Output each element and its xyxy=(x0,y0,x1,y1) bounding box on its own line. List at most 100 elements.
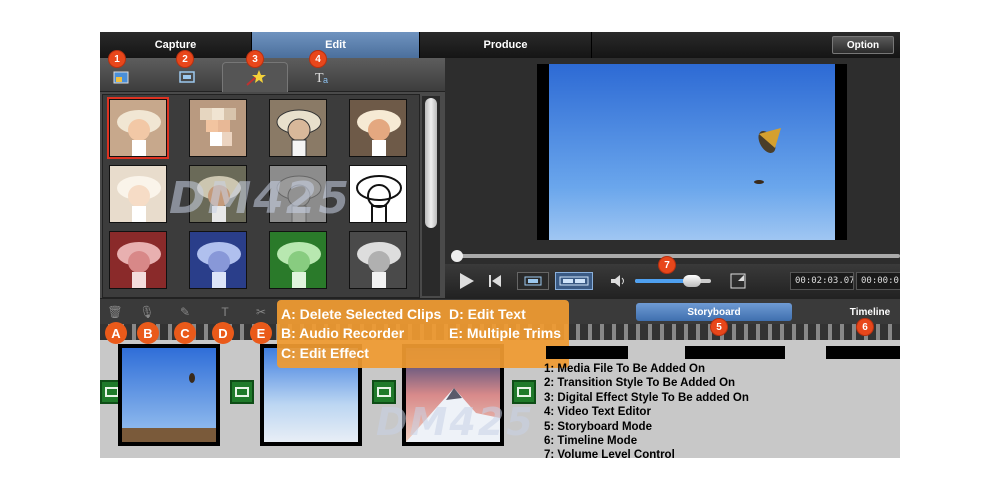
film-black-bar xyxy=(685,346,785,359)
audio-recorder-button[interactable]: 🎙 xyxy=(138,303,156,321)
watermark-text: DM425 xyxy=(376,400,535,444)
volume-knob[interactable] xyxy=(683,275,701,287)
callout-b: B: Audio Recorder xyxy=(281,325,405,341)
volume-slider[interactable] xyxy=(635,275,711,287)
speaker-icon xyxy=(611,275,624,287)
letter-badge-e: E xyxy=(250,322,272,344)
badge-7: 7 xyxy=(658,256,676,274)
fullscreen-button[interactable] xyxy=(729,272,747,290)
effect-thumb-soft-light[interactable] xyxy=(109,165,167,223)
svg-text:a: a xyxy=(323,75,328,84)
delete-button[interactable]: 🗑 xyxy=(106,303,124,321)
media-file-icon xyxy=(113,71,129,84)
callout-e: E: Multiple Trims xyxy=(449,325,562,341)
text-editor-icon: Ta xyxy=(315,71,328,84)
effect-thumb-pixelate[interactable] xyxy=(189,99,247,157)
badge-1: 1 xyxy=(108,50,126,68)
badge-2: 2 xyxy=(176,50,194,68)
sky-clip-icon xyxy=(122,348,216,442)
legend-item-6: 6: Timeline Mode xyxy=(544,434,638,447)
soft-photo-icon xyxy=(110,166,166,222)
letter-badge-a: A xyxy=(105,322,127,344)
legend-item-4: 4: Video Text Editor xyxy=(544,406,651,419)
skip-back-icon xyxy=(489,275,501,287)
transition-icon xyxy=(179,71,195,83)
seek-knob[interactable] xyxy=(451,250,463,262)
video-preview[interactable] xyxy=(537,64,847,240)
effect-thumb-sketch[interactable] xyxy=(269,99,327,157)
film-strip-icon xyxy=(559,276,589,286)
legend-item-7: 7: Volume Level Control xyxy=(544,449,675,462)
volume-button[interactable] xyxy=(609,273,627,289)
effect-icon: ✎ xyxy=(179,305,191,319)
transition-icon xyxy=(105,387,119,397)
current-time-display: 00:02:03.07 xyxy=(790,272,854,290)
play-button[interactable] xyxy=(457,271,477,291)
legend-item-1: 1: Media File To Be Added On xyxy=(544,363,706,375)
legend-item-3: 3: Digital Effect Style To Be added On xyxy=(544,391,749,404)
library-panel: Ta DM425 xyxy=(100,58,445,298)
bird-in-sky-icon xyxy=(754,128,781,184)
fullscreen-icon xyxy=(730,273,746,289)
trash-icon: 🗑 xyxy=(107,305,123,319)
letter-badge-c: C xyxy=(174,322,196,344)
multiple-trims-button[interactable]: ✂ xyxy=(252,303,270,321)
effect-style-grid: DM425 xyxy=(102,94,420,298)
transition-icon xyxy=(377,387,391,397)
badge-5: 5 xyxy=(710,318,728,336)
legend-item-5: 5: Storyboard Mode xyxy=(544,420,652,433)
watermark-text: DM425 xyxy=(169,173,352,224)
badge-4: 4 xyxy=(309,50,327,68)
edit-text-button[interactable]: T xyxy=(214,303,236,321)
badge-3: 3 xyxy=(246,50,264,68)
effect-thumb-normal[interactable] xyxy=(107,97,169,159)
transition-icon xyxy=(517,387,531,397)
transition-slot[interactable] xyxy=(230,380,254,404)
transition-icon xyxy=(235,387,249,397)
timeline-mode-button[interactable]: Timeline xyxy=(804,303,900,321)
sharp-photo-icon xyxy=(350,100,406,156)
library-scroll-thumb[interactable] xyxy=(425,98,437,228)
library-scrollbar[interactable] xyxy=(422,96,440,296)
legend-item-2: 2: Transition Style To Be Added On xyxy=(544,377,736,390)
film-black-bar xyxy=(546,346,628,359)
option-button[interactable]: Option xyxy=(832,36,894,54)
total-time-display: 00:00:0 xyxy=(856,272,900,290)
red-photo-icon xyxy=(110,232,166,288)
film-frame-icon xyxy=(524,276,542,286)
line-art-photo-icon xyxy=(350,166,406,222)
effect-thumb-green-tint[interactable] xyxy=(269,231,327,289)
video-frame xyxy=(549,64,835,240)
letter-badge-d: D xyxy=(212,322,234,344)
microphone-icon: 🎙 xyxy=(139,305,155,319)
callout-a: A: Delete Selected Clips xyxy=(281,306,442,322)
text-icon: T xyxy=(221,305,229,319)
edit-effect-button[interactable]: ✎ xyxy=(176,303,194,321)
storyboard-clip-1[interactable] xyxy=(118,344,220,446)
effect-thumb-grayscale[interactable] xyxy=(349,231,407,289)
badge-6: 6 xyxy=(856,318,874,336)
gray-photo-icon xyxy=(350,232,406,288)
tab-produce[interactable]: Produce xyxy=(420,32,592,58)
tool-callout: A: Delete Selected Clips B: Audio Record… xyxy=(277,300,569,368)
green-photo-icon xyxy=(270,232,326,288)
effect-thumb-line-art[interactable] xyxy=(349,165,407,223)
legend-list: 1: Media File To Be Added On 2: Transiti… xyxy=(544,362,904,463)
effect-thumb-blue-tint[interactable] xyxy=(189,231,247,289)
previous-button[interactable] xyxy=(487,273,503,289)
effect-thumb-emboss-sharp[interactable] xyxy=(349,99,407,157)
effect-thumb-red-tint[interactable] xyxy=(109,231,167,289)
girl-photo-icon xyxy=(110,100,166,156)
clip-thumbnail xyxy=(122,348,216,442)
play-icon xyxy=(460,273,474,289)
tab-edit[interactable]: Edit xyxy=(252,32,420,58)
blue-photo-icon xyxy=(190,232,246,288)
multi-frame-view-button[interactable] xyxy=(555,272,593,290)
seek-bar[interactable] xyxy=(451,250,900,262)
pixelated-photo-icon xyxy=(190,100,246,156)
callout-c: C: Edit Effect xyxy=(281,345,369,361)
scissors-icon: ✂ xyxy=(255,305,267,319)
library-tab-row: Ta xyxy=(100,58,445,92)
film-black-bar xyxy=(826,346,900,359)
single-frame-view-button[interactable] xyxy=(517,272,549,290)
